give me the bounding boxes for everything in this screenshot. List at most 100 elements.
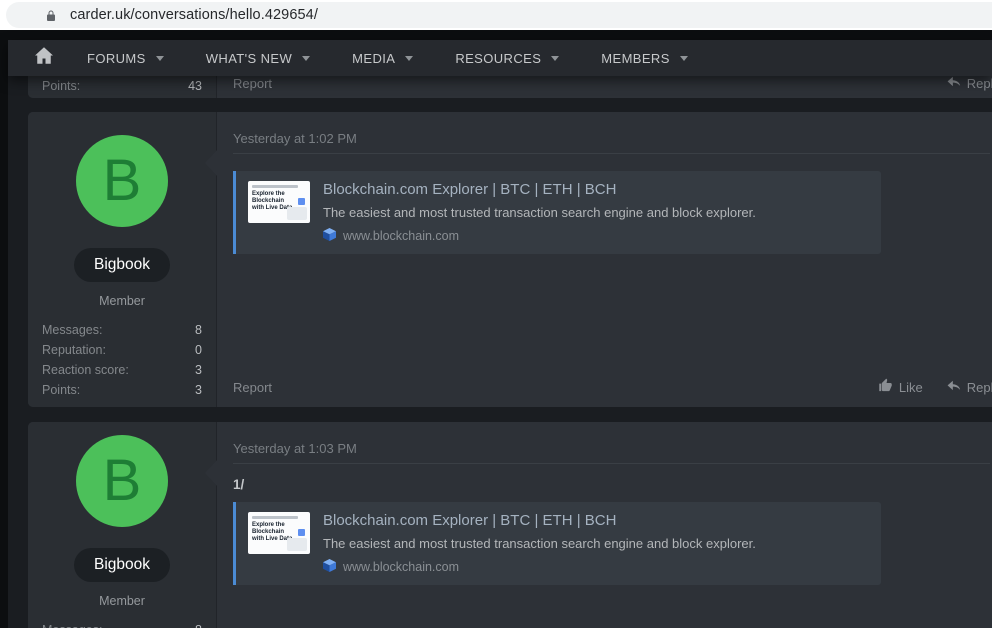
link-preview-card[interactable]: Explore the Blockchain with Live Data Bl… bbox=[233, 502, 881, 585]
nav-item-resources[interactable]: RESOURCES bbox=[434, 40, 580, 76]
chevron-down-icon bbox=[551, 56, 559, 61]
thumbs-up-icon bbox=[878, 378, 893, 396]
post-actions: Like Reply bbox=[878, 378, 992, 396]
blockchain-cube-icon bbox=[323, 559, 336, 575]
user-stat-row: Points: 43 bbox=[28, 76, 216, 94]
link-preview-title[interactable]: Blockchain.com Explorer | BTC | ETH | BC… bbox=[323, 181, 756, 198]
nav-item-whats-new[interactable]: WHAT'S NEW bbox=[185, 40, 331, 76]
post-user-cell: Points: 43 bbox=[28, 76, 217, 98]
nav-item-members[interactable]: MEMBERS bbox=[580, 40, 709, 76]
avatar[interactable]: B bbox=[76, 135, 168, 227]
thumbnail-navbar-placeholder bbox=[252, 185, 298, 188]
thumbnail-text: Explore the bbox=[252, 191, 306, 198]
chevron-down-icon bbox=[680, 56, 688, 61]
avatar[interactable]: B bbox=[76, 435, 168, 527]
thumbnail-text: Explore the bbox=[252, 522, 306, 529]
like-label: Like bbox=[899, 380, 923, 395]
username-link[interactable]: Bigbook bbox=[74, 548, 170, 582]
post-message-cell: Report Reply bbox=[217, 76, 992, 98]
chevron-down-icon bbox=[405, 56, 413, 61]
main-navbar: FORUMS WHAT'S NEW MEDIA RESOURCES MEMBER… bbox=[8, 40, 992, 76]
stat-label: Messages: bbox=[42, 323, 102, 337]
stat-label: Reaction score: bbox=[42, 363, 129, 377]
thumbnail-graphic bbox=[287, 207, 307, 220]
reply-arrow-icon bbox=[947, 380, 961, 395]
link-preview-description: The easiest and most trusted transaction… bbox=[323, 205, 756, 220]
nav-item-label: MEDIA bbox=[352, 51, 395, 66]
stat-value: 3 bbox=[195, 363, 202, 377]
report-link[interactable]: Report bbox=[233, 380, 272, 395]
like-button[interactable]: Like bbox=[878, 378, 923, 396]
home-icon bbox=[35, 47, 53, 69]
post-message-cell: Yesterday at 1:02 PM Explore the Blockch… bbox=[217, 112, 992, 407]
nav-item-forums[interactable]: FORUMS bbox=[66, 40, 185, 76]
conversation-content: Points: 43 Report Reply B Bigb bbox=[8, 76, 992, 628]
address-bar[interactable]: carder.uk/conversations/hello.429654/ bbox=[6, 2, 992, 28]
stat-value: 8 bbox=[195, 623, 202, 628]
post-message-cell: Yesterday at 1:03 PM 1/ Explore the Bloc… bbox=[217, 422, 992, 628]
post-footer: Report Like Reply bbox=[233, 378, 992, 396]
link-preview-body: Blockchain.com Explorer | BTC | ETH | BC… bbox=[323, 181, 756, 244]
stat-value: 8 bbox=[195, 323, 202, 337]
post-user-cell: B Bigbook Member Messages: 8 Reputation:… bbox=[28, 112, 217, 407]
user-stats: Messages: 8 Reputation: 0 Reaction score… bbox=[28, 320, 216, 400]
lock-icon[interactable] bbox=[45, 8, 57, 23]
link-preview-thumbnail[interactable]: Explore the Blockchain with Live Data bbox=[248, 181, 310, 223]
reply-label: Reply bbox=[967, 380, 992, 395]
user-stats: Messages: 8 bbox=[28, 620, 216, 628]
post-body-text: 1/ bbox=[233, 477, 990, 492]
username-link[interactable]: Bigbook bbox=[74, 248, 170, 282]
user-stat-row: Reputation: 0 bbox=[42, 340, 202, 360]
thumbnail-navbar-placeholder bbox=[252, 516, 298, 519]
chevron-down-icon bbox=[302, 56, 310, 61]
message-bubble-tail bbox=[205, 149, 218, 177]
thumbnail-accent bbox=[298, 529, 305, 536]
home-button[interactable] bbox=[22, 47, 66, 69]
thumbnail-graphic bbox=[287, 538, 307, 551]
divider bbox=[233, 463, 990, 464]
browser-address-bar: carder.uk/conversations/hello.429654/ bbox=[0, 0, 992, 30]
report-link[interactable]: Report bbox=[233, 76, 272, 91]
thumbnail-accent bbox=[298, 198, 305, 205]
site: FORUMS WHAT'S NEW MEDIA RESOURCES MEMBER… bbox=[0, 30, 992, 628]
divider bbox=[233, 153, 990, 154]
link-preview-url[interactable]: www.blockchain.com bbox=[323, 559, 756, 575]
link-preview-title[interactable]: Blockchain.com Explorer | BTC | ETH | BC… bbox=[323, 512, 756, 529]
post-user-cell: B Bigbook Member Messages: 8 bbox=[28, 422, 217, 628]
user-stat-row: Messages: 8 bbox=[42, 320, 202, 340]
stat-value: 3 bbox=[195, 383, 202, 397]
nav-item-label: WHAT'S NEW bbox=[206, 51, 292, 66]
stat-value: 0 bbox=[195, 343, 202, 357]
nav-item-label: RESOURCES bbox=[455, 51, 541, 66]
nav-item-label: MEMBERS bbox=[601, 51, 670, 66]
user-stat-row: Reaction score: 3 bbox=[42, 360, 202, 380]
reply-link[interactable]: Reply bbox=[947, 380, 992, 395]
reply-label: Reply bbox=[967, 76, 992, 91]
stat-label: Messages: bbox=[42, 623, 102, 628]
nav-item-label: FORUMS bbox=[87, 51, 146, 66]
user-stat-row: Messages: 8 bbox=[42, 620, 202, 628]
user-role: Member bbox=[28, 594, 216, 608]
avatar-initial: B bbox=[103, 452, 142, 510]
nav-item-media[interactable]: MEDIA bbox=[331, 40, 434, 76]
link-preview-url[interactable]: www.blockchain.com bbox=[323, 228, 756, 244]
reply-link[interactable]: Reply bbox=[947, 76, 992, 91]
url-label: www.blockchain.com bbox=[343, 229, 459, 243]
user-role: Member bbox=[28, 294, 216, 308]
reply-arrow-icon bbox=[947, 76, 961, 91]
stat-label: Points: bbox=[42, 383, 80, 397]
stat-value: 43 bbox=[188, 79, 202, 93]
post-timestamp[interactable]: Yesterday at 1:02 PM bbox=[233, 112, 357, 146]
avatar-initial: B bbox=[103, 152, 142, 210]
message-bubble-tail bbox=[205, 459, 218, 487]
user-stat-row: Points: 3 bbox=[42, 380, 202, 400]
link-preview-thumbnail[interactable]: Explore the Blockchain with Live Data bbox=[248, 512, 310, 554]
post: B Bigbook Member Messages: 8 Yesterday a… bbox=[28, 422, 992, 628]
post-timestamp[interactable]: Yesterday at 1:03 PM bbox=[233, 422, 357, 456]
stat-label: Reputation: bbox=[42, 343, 106, 357]
link-preview-card[interactable]: Explore the Blockchain with Live Data Bl… bbox=[233, 171, 881, 254]
chevron-down-icon bbox=[156, 56, 164, 61]
link-preview-body: Blockchain.com Explorer | BTC | ETH | BC… bbox=[323, 512, 756, 575]
stat-label: Points: bbox=[42, 79, 80, 93]
url-text[interactable]: carder.uk/conversations/hello.429654/ bbox=[70, 7, 318, 23]
